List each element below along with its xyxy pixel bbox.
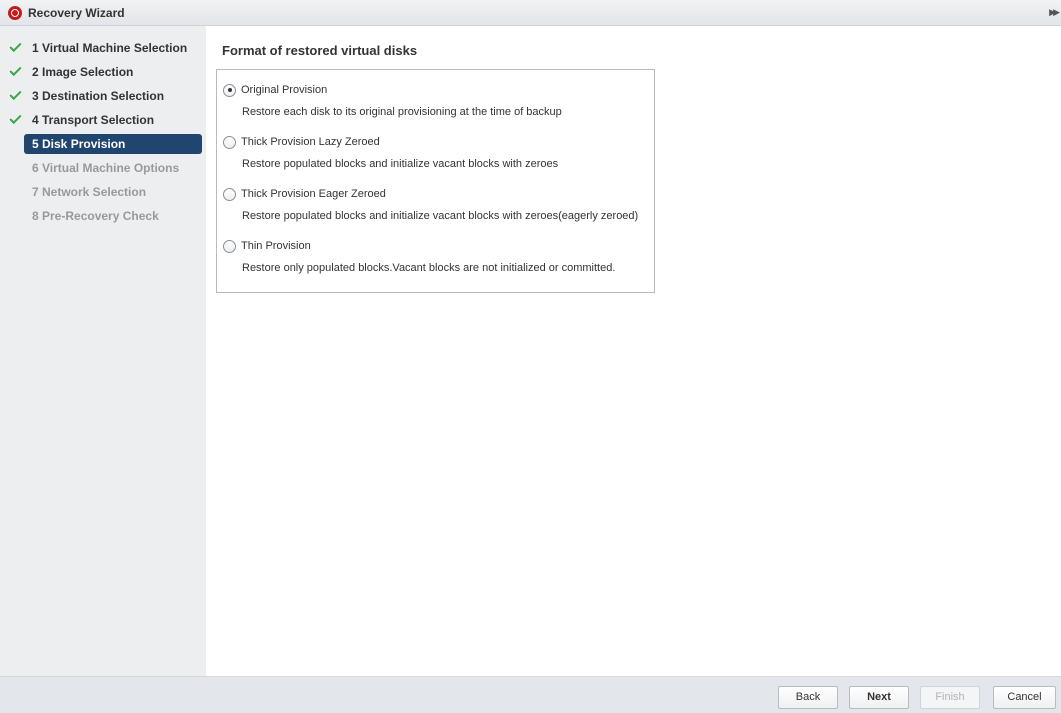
option-original-provision: Original Provision Restore each disk to … — [223, 82, 562, 118]
step-pre-recovery-check: 8 Pre-Recovery Check — [0, 204, 206, 228]
thick-lazy-zeroed-radio-row[interactable]: Thick Provision Lazy Zeroed — [223, 134, 558, 150]
step-virtual-machine-options: 6 Virtual Machine Options — [0, 156, 206, 180]
step-label: 5 Disk Provision — [32, 137, 126, 151]
next-button[interactable]: Next — [849, 686, 909, 709]
step-label: 7 Network Selection — [32, 185, 147, 199]
thick-lazy-zeroed-radio[interactable] — [223, 135, 236, 149]
finish-button[interactable]: Finish — [920, 686, 980, 709]
wizard-footer: Back Next Finish Cancel — [0, 676, 1061, 713]
checkmark-icon — [9, 39, 22, 53]
option-thick-lazy-zeroed: Thick Provision Lazy Zeroed Restore popu… — [223, 134, 558, 170]
step-label: 3 Destination Selection — [32, 89, 165, 103]
collapse-arrows-icon[interactable]: ▶▶ — [1049, 7, 1060, 18]
original-provision-radio[interactable] — [223, 83, 236, 97]
step-network-selection: 7 Network Selection — [0, 180, 206, 204]
main-content: Format of restored virtual disks Origina… — [206, 26, 1061, 676]
checkmark-icon — [9, 87, 22, 101]
option-description: Restore populated blocks and initialize … — [242, 210, 639, 222]
thin-provision-radio-row[interactable]: Thin Provision — [223, 238, 615, 254]
step-image-selection[interactable]: 2 Image Selection — [0, 60, 206, 84]
wizard-steps-sidebar: 1 Virtual Machine Selection 2 Image Sele… — [0, 26, 206, 676]
window-title: Recovery Wizard — [28, 5, 125, 20]
option-label[interactable]: Thick Provision Lazy Zeroed — [241, 136, 380, 148]
page-title: Format of restored virtual disks — [222, 43, 418, 58]
step-label: 6 Virtual Machine Options — [32, 161, 180, 175]
option-thin-provision: Thin Provision Restore only populated bl… — [223, 238, 615, 274]
checkmark-icon — [9, 63, 22, 77]
thick-eager-zeroed-radio-row[interactable]: Thick Provision Eager Zeroed — [223, 186, 638, 202]
disk-format-options: Original Provision Restore each disk to … — [216, 69, 655, 293]
step-virtual-machine-selection[interactable]: 1 Virtual Machine Selection — [0, 36, 206, 60]
option-label[interactable]: Original Provision — [241, 84, 327, 96]
option-label[interactable]: Thin Provision — [241, 240, 311, 252]
option-label[interactable]: Thick Provision Eager Zeroed — [241, 188, 386, 200]
step-disk-provision[interactable]: 5 Disk Provision — [24, 134, 202, 154]
app-logo-icon — [8, 5, 22, 20]
step-label: 8 Pre-Recovery Check — [32, 209, 159, 223]
step-label: 2 Image Selection — [32, 65, 134, 79]
option-description: Restore each disk to its original provis… — [242, 106, 562, 118]
title-bar: Recovery Wizard ▶▶ — [0, 0, 1061, 26]
back-button[interactable]: Back — [778, 686, 838, 709]
option-thick-eager-zeroed: Thick Provision Eager Zeroed Restore pop… — [223, 186, 638, 222]
step-destination-selection[interactable]: 3 Destination Selection — [0, 84, 206, 108]
option-description: Restore only populated blocks.Vacant blo… — [242, 262, 616, 274]
step-label: 1 Virtual Machine Selection — [32, 41, 188, 55]
step-transport-selection[interactable]: 4 Transport Selection — [0, 108, 206, 132]
option-description: Restore populated blocks and initialize … — [242, 158, 559, 170]
original-provision-radio-row[interactable]: Original Provision — [223, 82, 562, 98]
thick-eager-zeroed-radio[interactable] — [223, 187, 236, 201]
checkmark-icon — [9, 111, 22, 125]
cancel-button[interactable]: Cancel — [993, 686, 1056, 709]
thin-provision-radio[interactable] — [223, 239, 236, 253]
step-label: 4 Transport Selection — [32, 113, 155, 127]
